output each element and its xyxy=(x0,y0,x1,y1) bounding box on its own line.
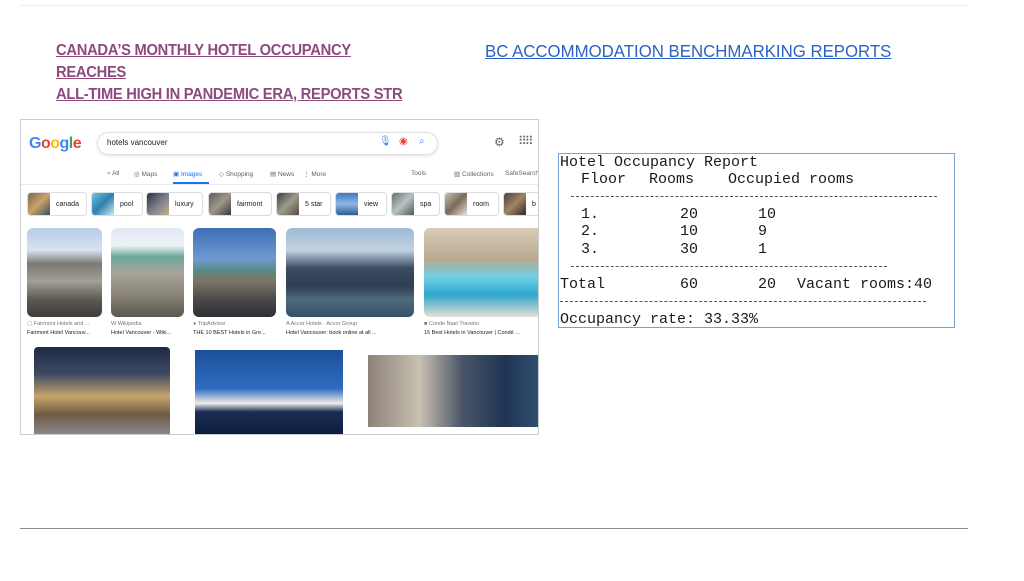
image-result[interactable]: ● TripAdvisor THE 10 BEST Hotels in Gre.… xyxy=(193,228,279,340)
tabs-divider xyxy=(21,184,538,185)
chip-thumbnail xyxy=(28,193,50,215)
result-thumbnail[interactable] xyxy=(111,228,184,317)
chip-thumbnail xyxy=(504,193,526,215)
total-label: Total xyxy=(560,276,606,293)
row-occupied: 9 xyxy=(758,223,768,240)
row-occupied: 10 xyxy=(758,206,777,223)
chip-fairmont[interactable]: fairmont xyxy=(208,192,272,216)
row-rooms: 10 xyxy=(680,223,699,240)
bottom-divider xyxy=(20,528,968,529)
image-result[interactable] xyxy=(368,355,538,434)
header-rooms: Rooms xyxy=(649,171,695,188)
occupancy-report: Hotel Occupancy Report Floor Rooms Occup… xyxy=(558,153,955,328)
search-box[interactable]: hotels vancouver 🎙 ◉ ⌕ xyxy=(97,132,438,155)
tab-more[interactable]: ⋮ More xyxy=(303,170,326,178)
row-floor: 1. xyxy=(581,206,600,223)
header-floor: Floor xyxy=(581,171,627,188)
apps-grid-icon[interactable]: ⠿⠿ xyxy=(518,134,534,148)
occupancy-rate: Occupancy rate: 33.33% xyxy=(560,311,759,328)
tab-shopping[interactable]: ◇ Shopping xyxy=(219,170,253,178)
result-thumbnail[interactable] xyxy=(27,228,102,317)
result-title[interactable]: Hotel Vancouver - Wiki... xyxy=(111,330,171,336)
image-result[interactable]: ■ Conde Nast Traveler 15 Best Hotels in … xyxy=(424,228,538,340)
chip-thumbnail xyxy=(445,193,467,215)
row-rooms: 20 xyxy=(680,206,699,223)
header-occupied: Occupied rooms xyxy=(728,171,855,188)
row-occupied: 1 xyxy=(758,241,768,258)
chip-5-star[interactable]: 5 star xyxy=(276,192,331,216)
result-thumbnail[interactable] xyxy=(195,350,343,434)
result-source[interactable]: ● TripAdvisor xyxy=(193,321,225,327)
mic-icon[interactable]: 🎙 xyxy=(379,136,392,147)
chip-thumbnail xyxy=(92,193,114,215)
chip-pool[interactable]: pool xyxy=(91,192,143,216)
gear-icon[interactable]: ⚙ xyxy=(494,135,505,149)
chip-thumbnail xyxy=(277,193,299,215)
result-source[interactable]: ■ Conde Nast Traveler xyxy=(424,321,479,327)
headline-line-2[interactable]: ALL-TIME HIGH IN PANDEMIC ERA, REPORTS S… xyxy=(56,84,424,106)
chip-luxury[interactable]: luxury xyxy=(146,192,203,216)
result-title[interactable]: 15 Best Hotels in Vancouver | Condé ... xyxy=(424,330,520,336)
result-thumbnail[interactable] xyxy=(193,228,276,317)
tab-collections[interactable]: ▥ Collections xyxy=(454,170,494,178)
news-headline-link[interactable]: CANADA’S MONTHLY HOTEL OCCUPANCY REACHES… xyxy=(56,40,424,106)
row-floor: 2. xyxy=(581,223,600,240)
chip-thumbnail xyxy=(147,193,169,215)
result-thumbnail[interactable] xyxy=(368,355,538,427)
report-separator xyxy=(571,266,887,267)
result-source[interactable]: W Wikipedia xyxy=(111,321,142,327)
image-result[interactable] xyxy=(34,347,172,434)
result-source[interactable]: ▢ Fairmont Hotels and ... xyxy=(27,321,89,327)
google-images-screenshot: Google hotels vancouver 🎙 ◉ ⌕ ⚙ ⠿⠿ ⌕ All… xyxy=(20,119,539,435)
result-source[interactable]: A Accor Hotels · Accor Group xyxy=(286,321,357,327)
tab-images[interactable]: ▣ Images xyxy=(173,170,202,178)
report-separator xyxy=(571,196,937,197)
search-tabs: ⌕ All ◎ Maps ▣ Images ◇ Shopping ▤ News … xyxy=(107,168,538,184)
top-divider xyxy=(20,5,968,6)
chip-thumbnail xyxy=(336,193,358,215)
chip-thumbnail xyxy=(392,193,414,215)
result-title[interactable]: Fairmont Hotel Vancouv... xyxy=(27,330,90,336)
row-floor: 3. xyxy=(581,241,600,258)
image-result[interactable]: ▢ Fairmont Hotels and ... Fairmont Hotel… xyxy=(27,228,103,340)
tab-maps[interactable]: ◎ Maps xyxy=(134,170,157,178)
chip-thumbnail xyxy=(209,193,231,215)
result-thumbnail[interactable] xyxy=(424,228,538,317)
google-logo[interactable]: Google xyxy=(29,135,82,153)
report-title: Hotel Occupancy Report xyxy=(560,154,759,171)
chip-view[interactable]: view xyxy=(335,192,387,216)
result-title[interactable]: THE 10 BEST Hotels in Gre... xyxy=(193,330,266,336)
tab-all[interactable]: ⌕ All xyxy=(107,170,119,178)
image-result[interactable] xyxy=(195,350,345,434)
row-rooms: 30 xyxy=(680,241,699,258)
tab-tools[interactable]: Tools xyxy=(411,170,426,177)
chip-canada[interactable]: canada xyxy=(27,192,87,216)
camera-icon[interactable]: ◉ xyxy=(399,136,408,147)
bc-benchmarking-link[interactable]: BC ACCOMMODATION BENCHMARKING REPORTS xyxy=(485,41,891,61)
chip-room[interactable]: room xyxy=(444,192,499,216)
tab-safesearch[interactable]: SafeSearch xyxy=(505,170,538,177)
search-query[interactable]: hotels vancouver xyxy=(107,138,167,147)
report-separator xyxy=(560,301,926,302)
chip-spa[interactable]: spa xyxy=(391,192,440,216)
headline-line-1[interactable]: CANADA’S MONTHLY HOTEL OCCUPANCY REACHES xyxy=(56,40,424,84)
result-thumbnail[interactable] xyxy=(34,347,170,434)
total-occupied: 20 xyxy=(758,276,777,293)
image-result[interactable]: W Wikipedia Hotel Vancouver - Wiki... xyxy=(111,228,187,340)
search-icon[interactable]: ⌕ xyxy=(419,136,425,147)
image-result[interactable]: A Accor Hotels · Accor Group Hotel Vanco… xyxy=(286,228,416,340)
result-thumbnail[interactable] xyxy=(286,228,414,317)
chip-more[interactable]: b xyxy=(503,192,538,216)
total-rooms: 60 xyxy=(680,276,699,293)
tab-news[interactable]: ▤ News xyxy=(270,170,294,178)
result-title[interactable]: Hotel Vancouver: book online at all ... xyxy=(286,330,377,336)
vacant-rooms: Vacant rooms:40 xyxy=(797,276,933,293)
